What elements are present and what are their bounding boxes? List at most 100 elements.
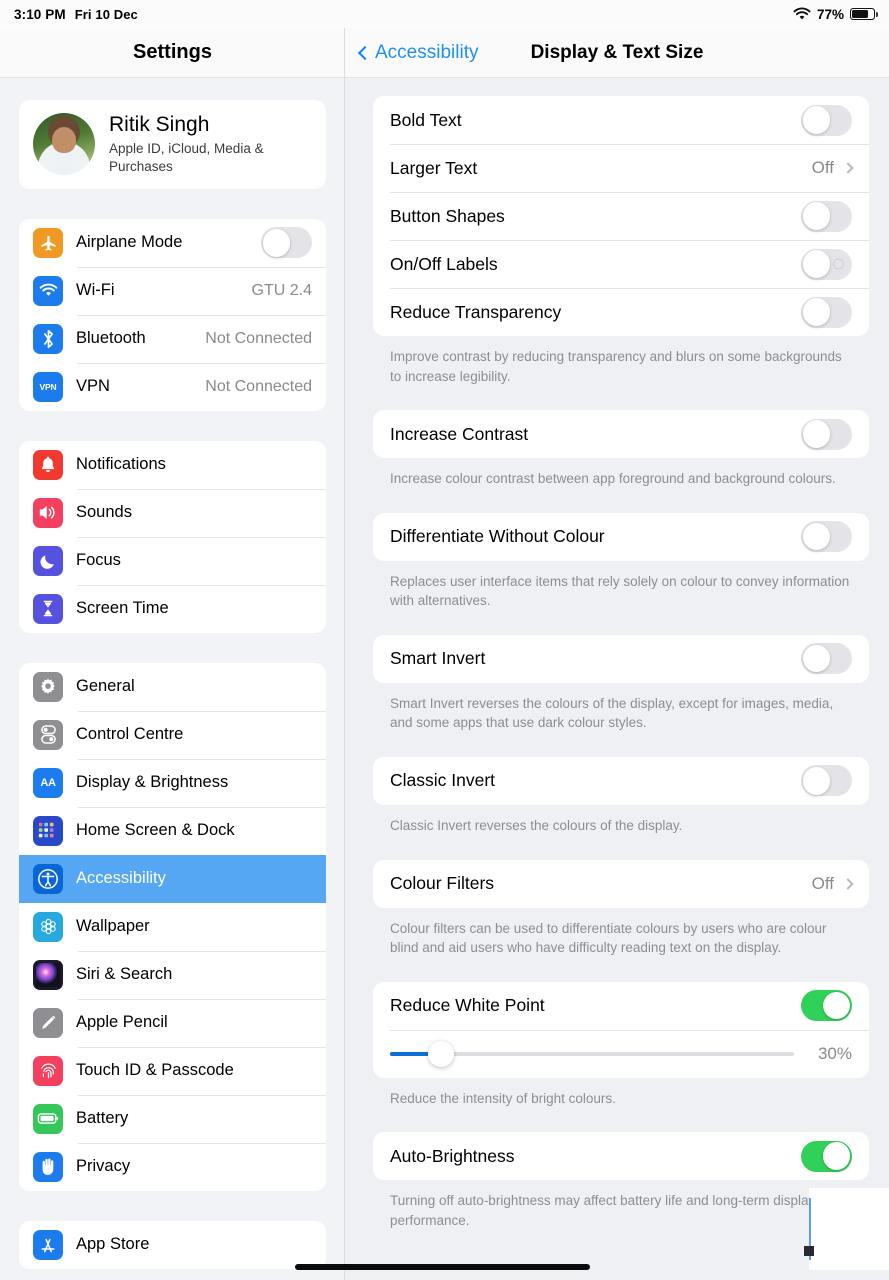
bluetooth-icon bbox=[33, 323, 63, 354]
sidebar-item-general[interactable]: General bbox=[19, 663, 326, 711]
back-button-label: Accessibility bbox=[375, 41, 479, 63]
toggle-classic-invert[interactable] bbox=[801, 765, 852, 797]
setting-row-larger-text[interactable]: Larger Text Off bbox=[373, 144, 869, 192]
toggle-button-shapes[interactable] bbox=[801, 200, 852, 232]
toggle-knob bbox=[802, 767, 831, 795]
toggle-knob bbox=[802, 202, 831, 230]
sidebar-item-label: Airplane Mode bbox=[76, 233, 183, 252]
setting-row-smart-invert[interactable]: Smart Invert bbox=[373, 635, 869, 683]
setting-row-reduce-white-point[interactable]: Reduce White Point bbox=[373, 982, 869, 1030]
sidebar-item-focus[interactable]: Focus bbox=[19, 536, 326, 585]
detail-scroll-area[interactable]: Bold Text Larger Text Off Button Shapes On/O… bbox=[345, 78, 889, 1280]
setting-row-classic-invert[interactable]: Classic Invert bbox=[373, 757, 869, 805]
toggle-reduce-white-point[interactable] bbox=[801, 990, 852, 1022]
section-footnote: Classic Invert reverses the colours of t… bbox=[390, 817, 683, 833]
screenshot-edit-overlay bbox=[809, 1188, 889, 1270]
setting-row-bold-text[interactable]: Bold Text bbox=[373, 96, 869, 144]
profile-subtitle: Apple ID, iCloud, Media & Purchases bbox=[109, 141, 264, 174]
vpn-icon: VPN bbox=[33, 371, 63, 402]
toggle-knob bbox=[822, 991, 851, 1020]
detail-pane: Accessibility Display & Text Size Bold T… bbox=[345, 28, 889, 1280]
toggle-reduce-transparency[interactable] bbox=[801, 296, 852, 328]
sidebar-item-label: Accessibility bbox=[76, 869, 166, 888]
toggle-knob bbox=[802, 106, 831, 134]
battery-icon bbox=[850, 8, 878, 20]
chevron-left-icon bbox=[357, 45, 373, 60]
apple-id-row[interactable]: Ritik Singh Apple ID, iCloud, Media & Pur… bbox=[19, 100, 326, 189]
white-point-slider[interactable] bbox=[390, 1040, 794, 1067]
status-bar-right: 77% bbox=[793, 7, 878, 22]
toggle-knob bbox=[262, 229, 291, 257]
sounds-speaker-icon bbox=[33, 497, 63, 528]
sidebar-item-value: Not Connected bbox=[205, 329, 312, 347]
detail-header: Accessibility Display & Text Size bbox=[345, 28, 889, 78]
sidebar-item-label: VPN bbox=[76, 377, 110, 396]
slider-percent-label: 30% bbox=[817, 1043, 852, 1063]
sidebar-item-app-store[interactable]: App Store bbox=[19, 1221, 326, 1269]
toggle-bold-text[interactable] bbox=[801, 104, 852, 136]
slider-thumb[interactable] bbox=[427, 1040, 454, 1067]
sidebar-item-label: Display & Brightness bbox=[76, 773, 229, 792]
profile-name: Ritik Singh bbox=[109, 113, 210, 136]
sidebar-item-airplane-mode[interactable]: Airplane Mode bbox=[19, 219, 326, 267]
sidebar-item-touch-id-passcode[interactable]: Touch ID & Passcode bbox=[19, 1046, 326, 1095]
sidebar-item-label: Apple Pencil bbox=[76, 1013, 168, 1032]
sidebar-item-vpn[interactable]: VPN VPN Not Connected bbox=[19, 362, 326, 411]
profile-card: Ritik Singh Apple ID, iCloud, Media & Pur… bbox=[19, 100, 326, 189]
sidebar-item-wallpaper[interactable]: Wallpaper bbox=[19, 903, 326, 951]
setting-row-differentiate-without-colour[interactable]: Differentiate Without Colour bbox=[373, 513, 869, 561]
toggle-auto-brightness[interactable] bbox=[801, 1140, 852, 1172]
sidebar-item-display-brightness[interactable]: AA Display & Brightness bbox=[19, 758, 326, 807]
sidebar-item-battery[interactable]: Battery bbox=[19, 1094, 326, 1143]
toggle-differentiate-without-colour[interactable] bbox=[801, 521, 852, 553]
sidebar-item-label: Notifications bbox=[76, 455, 166, 474]
setting-row-button-shapes[interactable]: Button Shapes bbox=[373, 192, 869, 240]
toggle-smart-invert[interactable] bbox=[801, 643, 852, 675]
sidebar-item-control-centre[interactable]: Control Centre bbox=[19, 710, 326, 759]
section-footnote: Reduce the intensity of bright colours. bbox=[390, 1090, 616, 1106]
setting-label: Larger Text bbox=[390, 157, 478, 178]
back-button[interactable]: Accessibility bbox=[357, 41, 479, 64]
sidebar-item-sounds[interactable]: Sounds bbox=[19, 488, 326, 537]
sidebar-item-siri-search[interactable]: Siri & Search bbox=[19, 950, 326, 999]
sidebar-group-connectivity: Airplane Mode Wi-Fi GTU 2.4 Bluetooth Not Co… bbox=[19, 218, 326, 411]
sidebar-item-wi-fi[interactable]: Wi-Fi GTU 2.4 bbox=[19, 266, 326, 315]
detail-section-auto-brightness-section: Auto-Brightness bbox=[373, 1132, 869, 1181]
sidebar-item-screen-time[interactable]: Screen Time bbox=[19, 584, 326, 633]
sidebar-group-alerts: Notifications Sounds Focus Screen Time bbox=[19, 440, 326, 633]
page-title: Settings bbox=[133, 41, 212, 63]
app-store-icon bbox=[33, 1229, 63, 1260]
sidebar-scroll-area[interactable]: Ritik Singh Apple ID, iCloud, Media & Pur… bbox=[0, 78, 345, 1280]
detail-section-colour-filters-section: Colour Filters Off bbox=[373, 859, 869, 908]
detail-section-reduce-white-point-section: Reduce White Point 30% bbox=[373, 981, 869, 1078]
toggle-knob bbox=[802, 644, 831, 673]
screen-time-hourglass-icon bbox=[33, 593, 63, 624]
sidebar-header: Settings bbox=[0, 28, 345, 78]
toggle-on-off-labels[interactable] bbox=[801, 248, 852, 280]
section-footnote: Colour filters can be used to differenti… bbox=[390, 920, 827, 956]
sidebar-item-home-screen-dock[interactable]: Home Screen & Dock bbox=[19, 806, 326, 855]
siri-icon bbox=[33, 959, 63, 990]
sidebar-item-bluetooth[interactable]: Bluetooth Not Connected bbox=[19, 314, 326, 363]
home-indicator[interactable] bbox=[295, 1264, 590, 1270]
sidebar-item-accessibility[interactable]: Accessibility bbox=[19, 854, 326, 903]
setting-row-reduce-transparency[interactable]: Reduce Transparency bbox=[373, 288, 869, 336]
setting-row-increase-contrast[interactable]: Increase Contrast bbox=[373, 410, 869, 458]
toggle-airplane-mode[interactable] bbox=[261, 227, 312, 259]
status-time: 3:10 PM bbox=[14, 6, 66, 22]
setting-row-on-off-labels[interactable]: On/Off Labels bbox=[373, 240, 869, 288]
detail-section-differentiate-section: Differentiate Without Colour bbox=[373, 512, 869, 561]
sidebar-item-notifications[interactable]: Notifications bbox=[19, 441, 326, 489]
setting-row-auto-brightness[interactable]: Auto-Brightness bbox=[373, 1132, 869, 1180]
toggle-increase-contrast[interactable] bbox=[801, 418, 852, 450]
setting-row-colour-filters[interactable]: Colour Filters Off bbox=[373, 860, 869, 908]
section-footnote: Improve contrast by reducing transparenc… bbox=[390, 349, 842, 384]
sidebar-item-privacy[interactable]: Privacy bbox=[19, 1142, 326, 1191]
sidebar-item-label: Home Screen & Dock bbox=[76, 821, 235, 840]
sidebar-item-apple-pencil[interactable]: Apple Pencil bbox=[19, 998, 326, 1047]
